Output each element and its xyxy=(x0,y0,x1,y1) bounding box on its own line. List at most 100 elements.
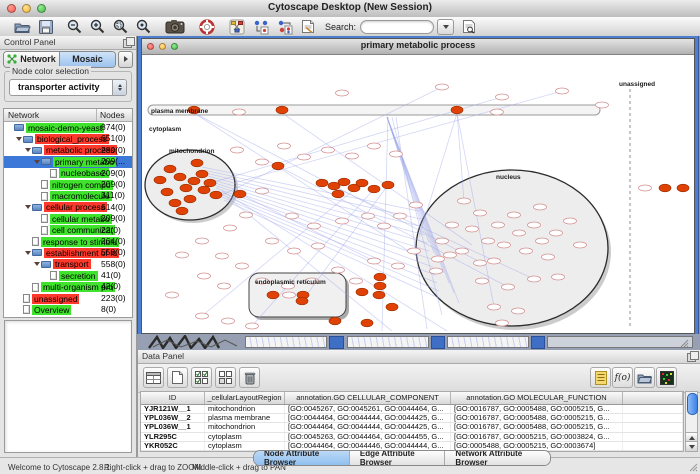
graph-node-selected[interactable] xyxy=(191,159,203,167)
expander-icon[interactable] xyxy=(24,205,32,209)
graph-node-selected[interactable] xyxy=(180,184,192,192)
tab-node-attribute-browser[interactable]: Node Attribute Browser xyxy=(254,451,349,465)
delete-attribute-button[interactable] xyxy=(239,367,260,388)
tab-network[interactable]: Network xyxy=(4,52,59,67)
graph-node[interactable] xyxy=(394,213,407,219)
graph-node[interactable] xyxy=(512,308,525,314)
background-window[interactable] xyxy=(347,336,429,348)
graph-node[interactable] xyxy=(392,263,405,269)
graph-node-selected[interactable] xyxy=(659,184,671,192)
tree-row[interactable]: primary metabo209(... xyxy=(4,156,132,167)
graph-node-selected[interactable] xyxy=(174,173,186,181)
graph-node[interactable] xyxy=(236,263,249,269)
graph-node[interactable] xyxy=(528,276,541,282)
expander-icon[interactable] xyxy=(33,262,41,266)
tree-row[interactable]: response to stimulu264(0) xyxy=(4,236,132,247)
graph-node[interactable] xyxy=(513,230,526,236)
graph-node-selected[interactable] xyxy=(361,319,373,327)
function-builder-button[interactable]: f(o) xyxy=(612,367,633,388)
graph-node[interactable] xyxy=(196,238,209,244)
graph-node-selected[interactable] xyxy=(316,179,328,187)
table-column-header[interactable]: ID xyxy=(141,392,205,404)
tree-row[interactable]: biological_process651(0) xyxy=(4,133,132,144)
graph-node[interactable] xyxy=(430,268,443,274)
graph-node[interactable] xyxy=(332,267,345,273)
graph-node[interactable] xyxy=(408,248,421,254)
scrollbar-thumb[interactable] xyxy=(687,393,698,415)
birdseye-view-panel[interactable] xyxy=(4,320,132,453)
zoom-selected-button[interactable] xyxy=(136,18,151,35)
graph-node-selected[interactable] xyxy=(276,106,288,114)
graph-node-selected[interactable] xyxy=(374,282,386,290)
graph-node[interactable] xyxy=(283,292,296,298)
graph-node-selected[interactable] xyxy=(382,181,394,189)
graph-node-selected[interactable] xyxy=(356,179,368,187)
graph-node-selected[interactable] xyxy=(169,199,181,207)
tree-row[interactable]: metabolic process280(0) xyxy=(4,145,132,156)
graph-node-selected[interactable] xyxy=(154,176,166,184)
tree-row[interactable]: nucleobase-209(0) xyxy=(4,168,132,179)
tab-edge-attribute-browser[interactable]: Edge Attribute Browser xyxy=(349,451,445,465)
save-button[interactable] xyxy=(39,18,53,35)
layout-button-2[interactable] xyxy=(277,18,293,35)
graph-node-selected[interactable] xyxy=(356,288,368,296)
graph-node[interactable] xyxy=(492,222,505,228)
graph-node[interactable] xyxy=(574,242,587,248)
graph-node[interactable] xyxy=(436,84,449,90)
background-window[interactable] xyxy=(547,336,693,348)
graph-node[interactable] xyxy=(508,212,521,218)
graph-node[interactable] xyxy=(466,226,479,232)
annotation-button[interactable] xyxy=(301,18,315,35)
graph-node[interactable] xyxy=(474,260,487,266)
tree-row[interactable]: establishment of lo558(0) xyxy=(4,247,132,258)
graph-node-selected[interactable] xyxy=(196,170,208,178)
snapshot-button[interactable] xyxy=(165,18,185,35)
graph-node-selected[interactable] xyxy=(176,207,188,215)
graph-node-selected[interactable] xyxy=(296,297,308,305)
graph-node[interactable] xyxy=(286,213,299,219)
graph-node-selected[interactable] xyxy=(267,291,279,299)
graph-node-selected[interactable] xyxy=(373,291,385,299)
graph-node[interactable] xyxy=(552,274,565,280)
network-overview-button[interactable] xyxy=(229,18,245,35)
graph-node[interactable] xyxy=(231,147,244,153)
graph-node[interactable] xyxy=(550,230,563,236)
graph-node[interactable] xyxy=(216,253,229,259)
graph-node-selected[interactable] xyxy=(272,162,284,170)
create-attribute-button[interactable] xyxy=(167,367,188,388)
graph-node-selected[interactable] xyxy=(188,177,200,185)
tree-row[interactable]: unassigned223(0) xyxy=(4,293,132,304)
graph-node[interactable] xyxy=(312,243,325,249)
graph-node-selected[interactable] xyxy=(204,179,216,187)
window-resize-grip-icon[interactable] xyxy=(688,462,698,472)
graph-node-selected[interactable] xyxy=(451,106,463,114)
open-file-button[interactable] xyxy=(14,18,31,35)
attribute-list-button[interactable] xyxy=(590,367,611,388)
table-row[interactable]: YPL036W__1mitochondrion[GO:0044464, GO:0… xyxy=(141,423,683,432)
import-attributes-button[interactable] xyxy=(634,367,655,388)
tab-network-attribute-browser[interactable]: Network Attribute Browser xyxy=(444,451,550,465)
graph-node[interactable] xyxy=(596,102,609,108)
tree-row[interactable]: secretion41(0) xyxy=(4,270,132,281)
graph-node-selected[interactable] xyxy=(338,178,350,186)
graph-node[interactable] xyxy=(336,90,349,96)
graph-node[interactable] xyxy=(474,210,487,216)
graph-node[interactable] xyxy=(502,284,515,290)
expander-icon[interactable] xyxy=(33,160,41,164)
graph-node[interactable] xyxy=(536,238,549,244)
tab-overflow-button[interactable] xyxy=(118,51,133,68)
graph-node[interactable] xyxy=(482,238,495,244)
graph-node-selected[interactable] xyxy=(210,191,222,199)
graph-node[interactable] xyxy=(346,153,359,159)
graph-node[interactable] xyxy=(496,94,509,100)
graph-node[interactable] xyxy=(476,278,489,284)
graph-node[interactable] xyxy=(224,225,237,231)
graph-node[interactable] xyxy=(218,283,231,289)
graph-node[interactable] xyxy=(436,238,449,244)
layout-button-1[interactable] xyxy=(253,18,269,35)
tree-row[interactable]: cell communicat22(0) xyxy=(4,225,132,236)
graph-node[interactable] xyxy=(336,218,349,224)
graph-node[interactable] xyxy=(256,188,269,194)
graph-node[interactable] xyxy=(534,204,547,210)
graph-node[interactable] xyxy=(491,109,504,115)
